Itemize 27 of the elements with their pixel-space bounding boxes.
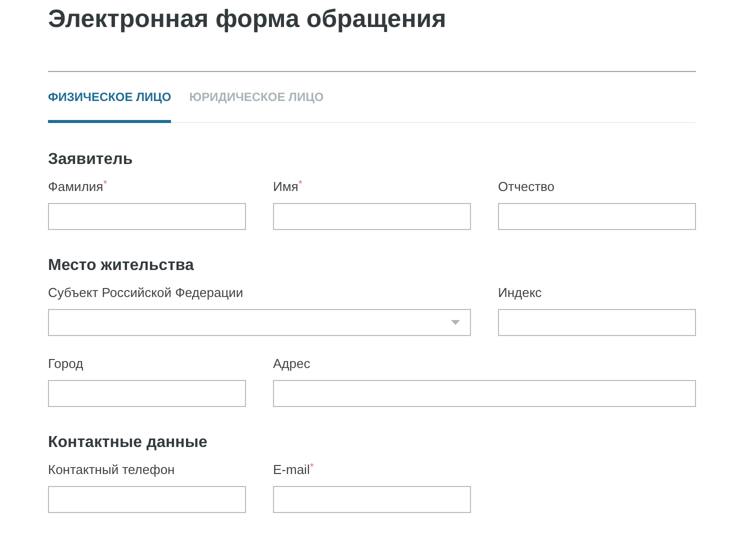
input-field[interactable] bbox=[498, 309, 696, 336]
required-mark: * bbox=[310, 462, 314, 475]
input-field[interactable] bbox=[48, 203, 246, 230]
input-field[interactable] bbox=[48, 380, 246, 407]
input-field[interactable] bbox=[498, 203, 696, 230]
field-label: Фамилия bbox=[48, 179, 104, 195]
field-label: Субъект Российской Федерации bbox=[48, 285, 244, 301]
tab[interactable]: ФИЗИЧЕСКОЕ ЛИЦО bbox=[48, 88, 172, 123]
field-label: Город bbox=[48, 356, 84, 372]
field-label: Имя bbox=[273, 179, 298, 195]
input-field[interactable] bbox=[273, 203, 471, 230]
section-title: Контактные данные bbox=[48, 433, 208, 453]
field-label: Контактный телефон bbox=[48, 462, 175, 478]
required-mark: * bbox=[298, 179, 302, 192]
section-title: Место жительства bbox=[48, 256, 195, 276]
input-field[interactable] bbox=[273, 486, 471, 513]
page-title: Электронная форма обращения bbox=[48, 4, 448, 35]
field-label: E-mail bbox=[273, 462, 310, 478]
field-label: Адрес bbox=[273, 356, 310, 372]
field-label: Индекс bbox=[498, 285, 542, 301]
input-field[interactable] bbox=[273, 380, 696, 407]
field-label: Отчество bbox=[498, 179, 555, 195]
dropdown-field[interactable] bbox=[48, 309, 471, 336]
caret-icon bbox=[451, 320, 460, 325]
section-title: Заявитель bbox=[48, 150, 134, 170]
input-field[interactable] bbox=[48, 486, 246, 513]
required-mark: * bbox=[103, 179, 108, 192]
